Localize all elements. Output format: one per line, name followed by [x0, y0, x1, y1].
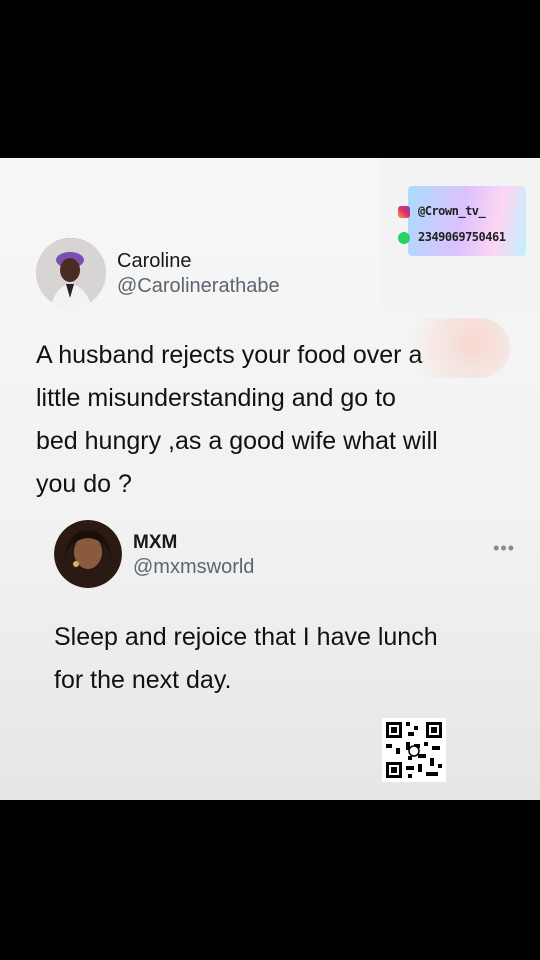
tweet-line: bed hungry ,as a good wife what will — [36, 427, 438, 455]
watermark-gradient — [408, 186, 526, 256]
qr-code-icon[interactable] — [382, 718, 446, 782]
tweet-text: A husband rejects your food over a littl… — [36, 334, 438, 506]
reply-text: Sleep and rejoice that I have lunch for … — [54, 616, 438, 702]
mxm-avatar[interactable] — [54, 520, 122, 588]
caroline-avatar[interactable] — [36, 238, 106, 308]
instagram-icon — [398, 205, 410, 218]
tweet-card: Caroline @Carolinerathabe A husband reje… — [0, 158, 540, 800]
more-options-icon[interactable]: ••• — [493, 538, 515, 559]
reply-line: Sleep and rejoice that I have lunch — [54, 623, 438, 651]
tweet-line: A husband rejects your food over a — [36, 341, 423, 369]
reply-author-name[interactable]: MXM — [133, 532, 177, 554]
tweet-line: little misunderstanding and go to — [36, 384, 396, 412]
reply-line: for the next day. — [54, 666, 232, 694]
tweet-author-name[interactable]: Caroline — [117, 250, 191, 273]
watermark-overlay: @Crown_tv_ 2349069750461 — [380, 158, 540, 313]
reply-author-handle[interactable]: @mxmsworld — [133, 556, 254, 579]
watermark-instagram-handle: @Crown_tv_ — [418, 204, 486, 218]
whatsapp-icon — [398, 231, 410, 244]
watermark-whatsapp-number: 2349069750461 — [418, 230, 506, 244]
watermark-instagram-row: @Crown_tv_ — [398, 204, 486, 218]
tweet-author-handle[interactable]: @Carolinerathabe — [117, 275, 280, 298]
faded-logo-watermark — [390, 318, 510, 378]
tweet-line: you do ? — [36, 470, 132, 498]
watermark-whatsapp-row: 2349069750461 — [398, 230, 506, 244]
